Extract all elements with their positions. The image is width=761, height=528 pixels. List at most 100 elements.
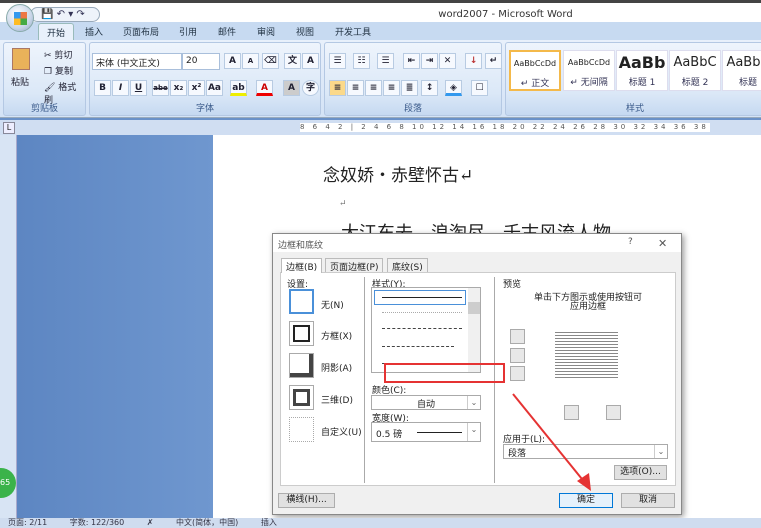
insert-mode[interactable]: 插入 (261, 518, 277, 527)
setting-3d-icon[interactable] (289, 385, 314, 410)
width-select[interactable]: 0.5 磅 ⌄ (371, 422, 481, 442)
line-style-scrollbar[interactable] (468, 288, 480, 372)
line-style-dashed-small[interactable] (382, 328, 462, 329)
close-icon[interactable]: ✕ (658, 237, 667, 250)
font-color-button[interactable]: A (256, 80, 273, 96)
document-background (17, 135, 213, 518)
inside-horizontal-border-button[interactable] (510, 348, 525, 363)
paste-icon[interactable] (12, 48, 30, 70)
font-name-select[interactable]: 宋体 (中文正文) (92, 53, 182, 70)
distribute-button[interactable]: ≣ (401, 80, 418, 96)
align-center-button[interactable]: ≡ (347, 80, 364, 96)
chevron-down-icon: ⌄ (654, 445, 667, 458)
tab-insert[interactable]: 插入 (85, 25, 103, 38)
underline-button[interactable]: U (130, 80, 147, 96)
tab-references[interactable]: 引用 (179, 25, 197, 38)
paste-button[interactable]: 粘贴 (11, 75, 29, 88)
char-shading-button[interactable]: A (283, 80, 300, 96)
setting-custom-icon[interactable] (289, 417, 314, 442)
change-case-button[interactable]: Aa (206, 80, 223, 96)
grow-font-button[interactable]: A (224, 53, 241, 69)
setting-box-icon[interactable] (289, 321, 314, 346)
shrink-font-button[interactable]: A (242, 53, 259, 69)
font-size-select[interactable]: 20 (182, 53, 220, 70)
tab-review[interactable]: 审阅 (257, 25, 275, 38)
subscript-button[interactable]: x₂ (170, 80, 187, 96)
show-marks-button[interactable]: ↵ (485, 53, 502, 69)
decrease-indent-button[interactable]: ⇤ (403, 53, 420, 69)
strikethrough-button[interactable]: abe (152, 80, 169, 96)
tab-page-border[interactable]: 页面边框(P) (325, 258, 384, 273)
numbering-button[interactable]: ☷ (353, 53, 370, 69)
char-border-button[interactable]: A (302, 53, 319, 69)
borders-button[interactable]: ☐ (471, 80, 488, 96)
setting-shadow[interactable]: 阴影(A) (321, 361, 352, 374)
line-style-dashed[interactable] (382, 346, 454, 347)
proofing-icon[interactable]: ✗ (147, 518, 154, 527)
setting-box[interactable]: 方框(X) (321, 329, 352, 342)
style-no-spacing[interactable]: AaBbCcDd ↵ 无间隔 (563, 50, 615, 91)
justify-button[interactable]: ≡ (383, 80, 400, 96)
page-count[interactable]: 页面: 2/11 (8, 518, 47, 527)
horizontal-line-button[interactable]: 横线(H)... (278, 493, 335, 508)
language[interactable]: 中文(简体，中国) (176, 518, 238, 527)
bottom-border-button[interactable] (510, 366, 525, 381)
shading-button[interactable]: ◈ (445, 80, 462, 96)
clear-format-button[interactable]: ⌫ (262, 53, 279, 69)
style-normal[interactable]: AaBbCcDd ↵ 正文 (509, 50, 561, 91)
word-count[interactable]: 字数: 122/360 (70, 518, 124, 527)
tab-page-layout[interactable]: 页面布局 (123, 25, 159, 38)
asian-layout-button[interactable]: ✕ (439, 53, 456, 69)
vertical-ruler[interactable] (0, 135, 17, 518)
help-icon[interactable]: ? (628, 237, 633, 247)
tab-home[interactable]: 开始 (38, 23, 75, 40)
increase-indent-button[interactable]: ⇥ (421, 53, 438, 69)
style-preview: AaBbC (673, 55, 717, 70)
copy-button[interactable]: ❐ 复制 (44, 64, 73, 77)
font-group: 宋体 (中文正文) 20 A A ⌫ 文 A B I U abe x₂ x² A… (89, 42, 321, 116)
tab-shading[interactable]: 底纹(S) (387, 258, 428, 273)
tab-selector[interactable]: L (3, 122, 15, 134)
highlight-button[interactable]: ab (230, 80, 247, 96)
superscript-button[interactable]: x² (188, 80, 205, 96)
line-style-dotted[interactable] (382, 312, 462, 313)
cut-button[interactable]: ✂ 剪切 (44, 48, 72, 61)
style-title[interactable]: AaBbC 标题 (722, 50, 761, 91)
dialog-title: 边框和底纹 (278, 241, 324, 251)
right-border-button[interactable] (606, 405, 621, 420)
setting-none-icon[interactable] (289, 289, 314, 314)
line-style-solid[interactable] (382, 297, 462, 298)
cancel-button[interactable]: 取消 (621, 493, 675, 508)
color-select[interactable]: 自动 ⌄ (371, 395, 481, 410)
bold-button[interactable]: B (94, 80, 111, 96)
tab-view[interactable]: 视图 (296, 25, 314, 38)
tab-mailings[interactable]: 邮件 (218, 25, 236, 38)
style-heading-1[interactable]: AaBb 标题 1 (616, 50, 668, 91)
align-left-button[interactable]: ≡ (329, 80, 346, 96)
setting-shadow-icon[interactable] (289, 353, 314, 378)
multilevel-list-button[interactable]: ☰ (377, 53, 394, 69)
setting-custom[interactable]: 自定义(U) (321, 425, 362, 438)
options-button[interactable]: 选项(O)... (614, 465, 667, 480)
ok-button[interactable]: 确定 (559, 493, 613, 508)
setting-3d[interactable]: 三维(D) (321, 393, 353, 406)
title-bar: 💾 ↶ ▾ ↷ word2007 - Microsoft Word (0, 0, 761, 22)
italic-button[interactable]: I (112, 80, 129, 96)
preview-diagram[interactable] (553, 326, 620, 384)
align-right-button[interactable]: ≡ (365, 80, 382, 96)
line-style-list[interactable] (371, 287, 481, 373)
chevron-down-icon: ⌄ (467, 396, 480, 409)
setting-none[interactable]: 无(N) (321, 298, 344, 311)
style-preview: AaBb (618, 53, 666, 72)
bullets-button[interactable]: ☰ (329, 53, 346, 69)
phonetic-guide-button[interactable]: 文 (284, 53, 301, 69)
top-border-button[interactable] (510, 329, 525, 344)
line-spacing-button[interactable]: ↕ (421, 80, 438, 96)
enclose-char-button[interactable]: 字 (302, 80, 319, 96)
sort-button[interactable]: ↓ (465, 53, 482, 69)
tab-borders[interactable]: 边框(B) (281, 258, 323, 273)
office-button[interactable] (6, 4, 34, 32)
paragraph-group: ☰ ☷ ☰ ⇤ ⇥ ✕ ↓ ↵ ≡ ≡ ≡ ≡ ≣ ↕ ◈ ☐ 段落 (324, 42, 502, 116)
style-heading-2[interactable]: AaBbC 标题 2 (669, 50, 721, 91)
tab-developer[interactable]: 开发工具 (335, 25, 371, 38)
